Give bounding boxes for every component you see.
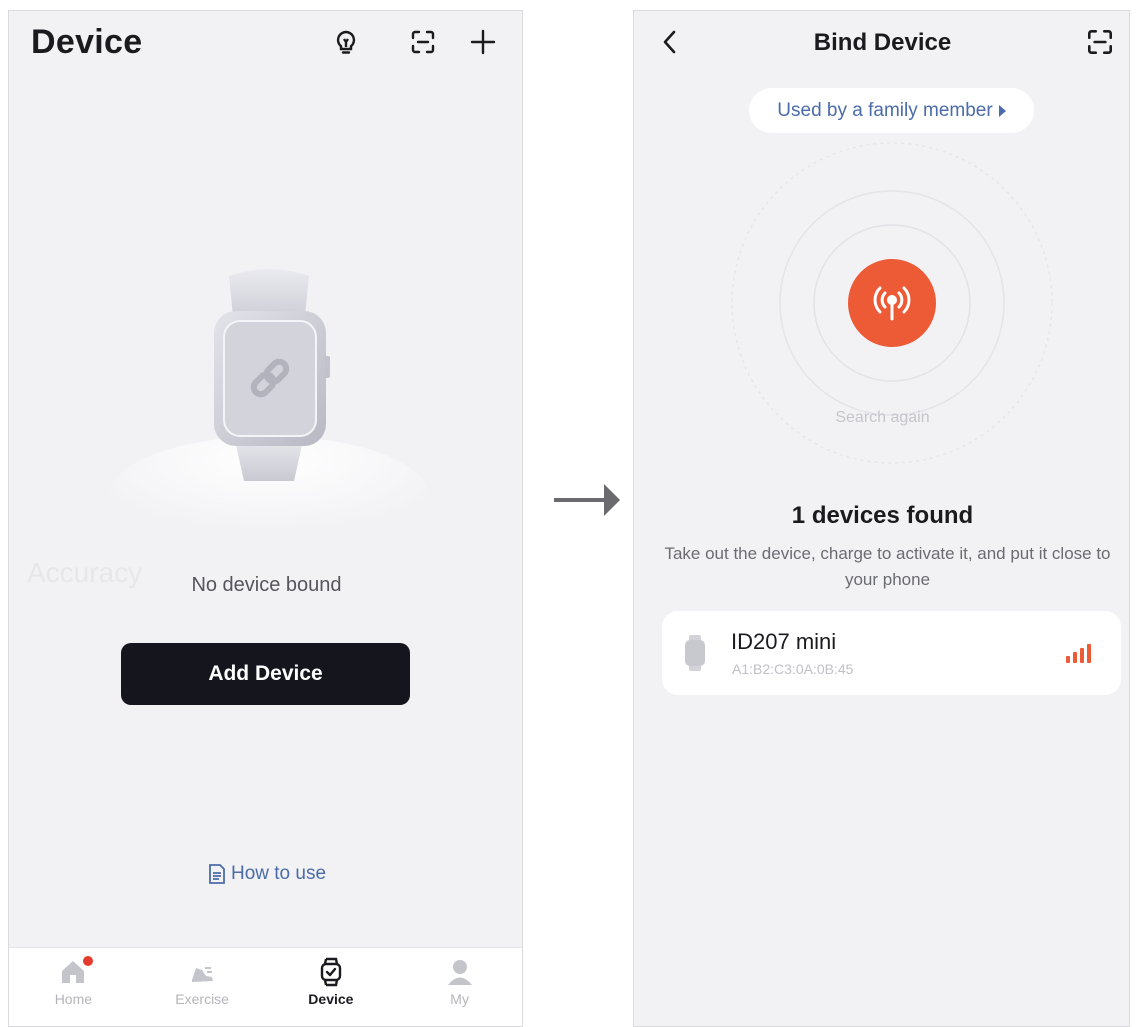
lightbulb-icon[interactable] <box>331 27 361 57</box>
add-device-button[interactable]: Add Device <box>121 643 410 705</box>
how-to-use-link[interactable]: How to use <box>9 863 522 885</box>
scan-icon[interactable] <box>408 27 438 57</box>
broadcast-icon <box>873 286 911 321</box>
signal-strength-icon <box>1066 644 1091 663</box>
watch-icon <box>320 957 342 987</box>
tab-home[interactable]: Home <box>9 948 138 1026</box>
device-list-item[interactable]: ID207 mini A1:B2:C3:0A:0B:45 <box>662 611 1121 695</box>
notification-badge <box>83 956 93 966</box>
family-member-label: Used by a family member <box>777 99 993 121</box>
page-title: Device <box>31 23 143 61</box>
tab-device[interactable]: Device <box>267 948 396 1026</box>
person-icon <box>447 960 472 985</box>
tab-bar: Home Exercise Device My <box>9 947 522 1026</box>
bind-device-screen: Bind Device Used by a family member Sear… <box>633 10 1130 1027</box>
tab-label: Home <box>54 991 93 1007</box>
family-member-link[interactable]: Used by a family member <box>749 88 1034 133</box>
how-to-use-label: How to use <box>230 863 327 884</box>
tab-label: Exercise <box>175 991 229 1007</box>
tab-label: My <box>450 991 469 1007</box>
running-shoe-icon <box>192 967 214 982</box>
search-device-button[interactable] <box>848 259 936 347</box>
tab-label: Device <box>308 991 354 1007</box>
document-icon <box>209 864 225 884</box>
watch-illustration <box>109 269 429 536</box>
page-title: Bind Device <box>813 29 952 56</box>
plus-icon[interactable] <box>468 27 498 57</box>
instruction-text: Take out the device, charge to activate … <box>664 544 1111 589</box>
device-mac-address: A1:B2:C3:0A:0B:45 <box>732 661 854 677</box>
tab-exercise[interactable]: Exercise <box>138 948 267 1026</box>
devices-found-heading: 1 devices found <box>791 502 974 529</box>
device-name: ID207 mini <box>731 629 837 654</box>
device-screen: Device Accuracy No device bound Add Devi… <box>8 10 523 1027</box>
empty-state-text: No device bound <box>191 574 342 596</box>
arrow-right-icon <box>554 484 620 516</box>
search-again-link[interactable]: Search again <box>634 409 1129 427</box>
scan-icon[interactable] <box>1085 27 1115 57</box>
tab-my[interactable]: My <box>395 948 522 1026</box>
watch-icon <box>685 635 705 671</box>
caret-right-icon <box>998 104 1006 117</box>
